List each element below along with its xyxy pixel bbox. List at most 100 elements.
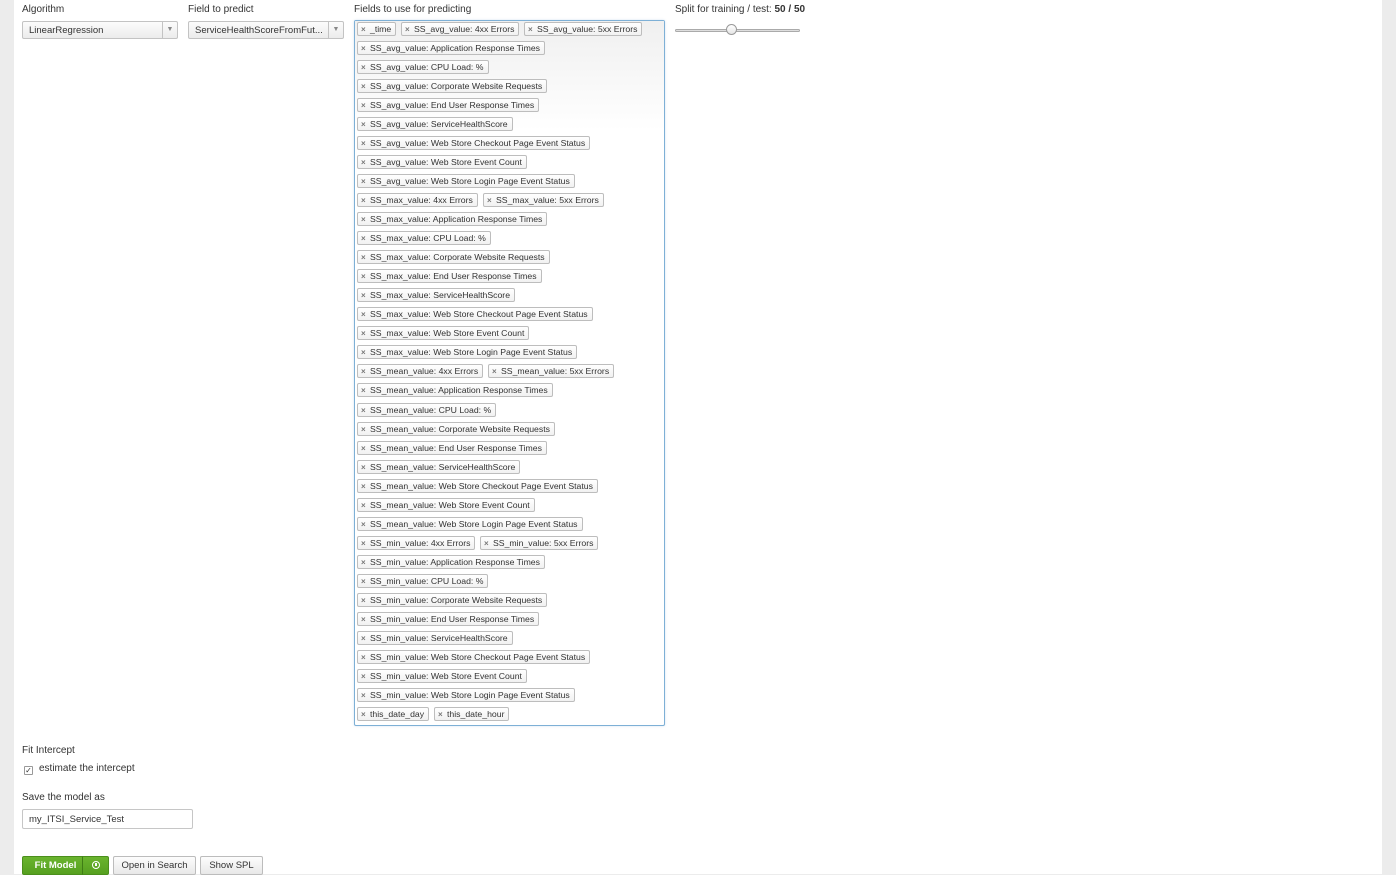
close-icon[interactable]: × [361, 100, 370, 112]
field-chip[interactable]: × SS_min_value: Web Store Checkout Page E… [357, 650, 591, 665]
close-icon[interactable]: × [361, 690, 370, 702]
field-chip[interactable]: × SS_mean_value: 4xx Errors [357, 364, 484, 379]
close-icon[interactable]: × [361, 405, 370, 417]
intercept-checkbox[interactable]: ✓ [24, 766, 33, 775]
field-chip[interactable]: × SS_min_value: ServiceHealthScore [357, 631, 513, 646]
field-chip[interactable]: × SS_max_value: 5xx Errors [483, 192, 604, 207]
close-icon[interactable]: × [361, 176, 370, 188]
field-chip[interactable]: × SS_avg_value: 4xx Errors [401, 21, 520, 36]
close-icon[interactable]: × [361, 271, 370, 283]
field-chip[interactable]: × SS_mean_value: Corporate Website Reques… [357, 421, 555, 436]
field-chip[interactable]: × SS_mean_value: CPU Load: % [357, 402, 497, 417]
field-chip[interactable]: × SS_min_value: Application Response Time… [357, 554, 545, 569]
fit-model-button[interactable]: Fit Model [22, 856, 89, 875]
close-icon[interactable]: × [405, 24, 414, 36]
close-icon[interactable]: × [361, 538, 370, 550]
algorithm-select[interactable]: LinearRegression ▼ [22, 21, 178, 39]
schedule-button[interactable] [82, 856, 109, 875]
field-chip[interactable]: × this_date_day [357, 707, 430, 722]
field-chip[interactable]: × SS_mean_value: Web Store Login Page Eve… [357, 516, 583, 531]
field-chip[interactable]: × SS_avg_value: Application Response Time… [357, 40, 545, 55]
close-icon[interactable]: × [361, 81, 370, 93]
field-chip[interactable]: × SS_avg_value: Web Store Checkout Page E… [357, 135, 591, 150]
field-chip[interactable]: × SS_min_value: CPU Load: % [357, 573, 489, 588]
close-icon[interactable]: × [361, 709, 370, 721]
close-icon[interactable]: × [361, 43, 370, 55]
close-icon[interactable]: × [361, 309, 370, 321]
close-icon[interactable]: × [361, 519, 370, 531]
close-icon[interactable]: × [361, 385, 370, 397]
caret-down-icon: ▼ [328, 22, 343, 38]
field-chip[interactable]: × SS_min_value: 5xx Errors [480, 535, 599, 550]
split-slider-track[interactable] [675, 29, 800, 32]
field-chip[interactable]: × SS_min_value: Web Store Event Count [357, 669, 527, 684]
field-chip[interactable]: × SS_mean_value: ServiceHealthScore [357, 459, 521, 474]
close-icon[interactable]: × [487, 195, 496, 207]
close-icon[interactable]: × [361, 24, 370, 36]
field-chip[interactable]: × SS_avg_value: ServiceHealthScore [357, 116, 513, 131]
close-icon[interactable]: × [484, 538, 493, 550]
close-icon[interactable]: × [361, 195, 370, 207]
close-icon[interactable]: × [361, 576, 370, 588]
field-chip[interactable]: × SS_max_value: Web Store Login Page Even… [357, 345, 578, 360]
field-chip[interactable]: × SS_min_value: Corporate Website Request… [357, 593, 548, 607]
close-icon[interactable]: × [492, 366, 501, 378]
close-icon[interactable]: × [361, 443, 370, 455]
close-icon[interactable]: × [361, 347, 370, 359]
field-chip[interactable]: × SS_max_value: Application Response Time… [357, 212, 548, 226]
close-icon[interactable]: × [361, 214, 370, 226]
field-chip[interactable]: × _time [357, 21, 397, 36]
close-icon[interactable]: × [361, 671, 370, 683]
close-icon[interactable]: × [361, 233, 370, 245]
field-chip[interactable]: × SS_mean_value: End User Response Times [357, 440, 547, 455]
field-chip[interactable]: × SS_mean_value: Web Store Event Count [357, 497, 535, 512]
field-chip[interactable]: × SS_max_value: Corporate Website Request… [357, 250, 550, 265]
field-chip[interactable]: × SS_max_value: CPU Load: % [357, 231, 491, 246]
field-chip[interactable]: × SS_max_value: Web Store Event Count [357, 326, 530, 341]
field-chip[interactable]: × SS_max_value: Web Store Checkout Page E… [357, 307, 593, 322]
open-in-search-button[interactable]: Open in Search [113, 856, 196, 875]
field-chip[interactable]: × SS_avg_value: End User Response Times [357, 97, 540, 112]
field-chip[interactable]: × SS_max_value: ServiceHealthScore [357, 288, 516, 303]
field-chip[interactable]: × SS_mean_value: Web Store Checkout Page … [357, 478, 598, 493]
close-icon[interactable]: × [361, 614, 370, 626]
close-icon[interactable]: × [361, 119, 370, 131]
field-chip-label: SS_mean_value: Corporate Website Request… [370, 423, 550, 434]
close-icon[interactable]: × [361, 252, 370, 264]
field-chip[interactable]: × SS_max_value: End User Response Times [357, 269, 542, 284]
field-chip[interactable]: × SS_avg_value: Web Store Event Count [357, 154, 527, 169]
field-chip[interactable]: × SS_avg_value: Web Store Login Page Even… [357, 173, 575, 188]
close-icon[interactable]: × [361, 595, 370, 607]
fields-multiselect[interactable]: × _time × SS_avg_value: 4xx Errors × SS_avg_v… [354, 20, 665, 726]
close-icon[interactable]: × [361, 424, 370, 436]
field-chip[interactable]: × SS_avg_value: CPU Load: % [357, 59, 489, 74]
close-icon[interactable]: × [361, 481, 370, 493]
close-icon[interactable]: × [361, 62, 370, 74]
field-chip[interactable]: × SS_avg_value: Corporate Website Request… [357, 78, 548, 93]
model-name-input[interactable] [22, 809, 193, 829]
close-icon[interactable]: × [361, 290, 370, 302]
close-icon[interactable]: × [438, 709, 447, 721]
close-icon[interactable]: × [361, 462, 370, 474]
close-icon[interactable]: × [361, 157, 370, 169]
close-icon[interactable]: × [361, 557, 370, 569]
field-chip[interactable]: × this_date_hour [434, 707, 510, 722]
field-chip[interactable]: × SS_avg_value: 5xx Errors [524, 21, 643, 36]
show-spl-button[interactable]: Show SPL [200, 856, 263, 875]
close-icon[interactable]: × [528, 24, 537, 36]
close-icon[interactable]: × [361, 366, 370, 378]
field-chip[interactable]: × SS_mean_value: Application Response Tim… [357, 383, 553, 398]
predict-select[interactable]: ServiceHealthScoreFromFut... ▼ [188, 21, 344, 39]
field-chip[interactable]: × SS_min_value: End User Response Times [357, 612, 540, 627]
close-icon[interactable]: × [361, 633, 370, 645]
close-icon[interactable]: × [361, 500, 370, 512]
field-chip[interactable]: × SS_max_value: 4xx Errors [357, 192, 478, 207]
field-chip[interactable]: × SS_min_value: Web Store Login Page Even… [357, 688, 575, 703]
split-slider-handle[interactable] [726, 24, 737, 35]
field-chip[interactable]: × SS_mean_value: 5xx Errors [488, 364, 615, 379]
field-chip[interactable]: × SS_min_value: 4xx Errors [357, 535, 476, 550]
intercept-checkbox-label[interactable]: estimate the intercept [39, 763, 135, 774]
close-icon[interactable]: × [361, 328, 370, 340]
close-icon[interactable]: × [361, 652, 370, 664]
close-icon[interactable]: × [361, 138, 370, 150]
